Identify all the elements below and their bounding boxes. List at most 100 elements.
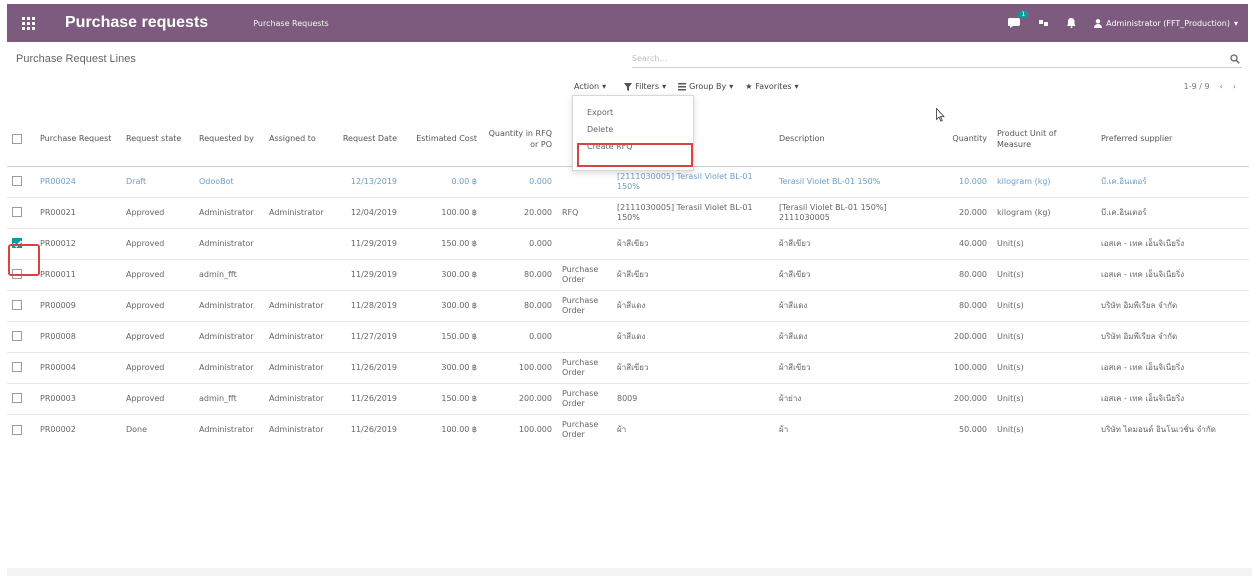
table-row[interactable]: PR00008 Approved Administrator Administrato… <box>7 320 1249 352</box>
favorites-label: Favorites <box>755 82 792 91</box>
cell-requested-by: Administrator <box>194 351 264 383</box>
cell-uom: Unit(s) <box>992 351 1096 383</box>
cell-request-state: Approved <box>121 196 194 228</box>
cell-assigned-to: Administrator <box>264 413 337 445</box>
row-checkbox[interactable] <box>12 176 22 187</box>
col-request-state[interactable]: Request state <box>121 112 194 167</box>
cell-request-state: Approved <box>121 258 194 290</box>
bell-icon[interactable] <box>1067 18 1076 28</box>
cell-purchase-state: Purchase Order <box>557 351 612 383</box>
cell-quantity: 80.000 <box>932 289 992 321</box>
cell-product: 8009 <box>612 382 774 414</box>
row-select-cell <box>7 196 35 228</box>
user-name: Administrator (FFT_Production) <box>1106 18 1230 28</box>
search-icon[interactable] <box>1228 52 1242 66</box>
col-assigned-to[interactable]: Assigned to <box>264 112 337 167</box>
cell-assigned-to: Administrator <box>264 351 337 383</box>
cell-product: ผ้าสีเขียว <box>612 351 774 383</box>
cell-request-state: Approved <box>121 289 194 321</box>
apps-menu-icon[interactable] <box>13 4 43 42</box>
search-bar: Search... <box>632 50 1242 68</box>
chevron-right-icon[interactable]: › <box>1233 82 1236 91</box>
cell-purchase-request: PR00011 <box>35 258 121 290</box>
col-supplier[interactable]: Preferred supplier <box>1096 112 1249 167</box>
row-checkbox[interactable] <box>12 424 22 435</box>
cell-purchase-request: PR00021 <box>35 196 121 228</box>
cell-request-date: 11/26/2019 <box>337 382 402 414</box>
cell-description: ผ้าสีเขียว <box>774 258 932 290</box>
chat-icon[interactable]: 1 <box>1007 11 1029 29</box>
app-title[interactable]: Purchase requests <box>65 14 208 32</box>
row-checkbox[interactable] <box>12 393 22 404</box>
table-row[interactable]: PR00003 Approved admin_fft Administrator 11/… <box>7 382 1249 414</box>
row-select-cell <box>7 289 35 321</box>
filters-label: Filters <box>635 82 660 91</box>
row-select-cell <box>7 351 35 383</box>
cell-requested-by: Administrator <box>194 227 264 259</box>
cell-product: [2111030005] Terasil Violet BL-01 150% <box>612 196 774 228</box>
cell-purchase-state: RFQ <box>557 196 612 228</box>
top-navbar: Purchase requests Purchase Requests 1 Ad… <box>7 4 1248 42</box>
caret-down-icon: ▾ <box>602 82 607 91</box>
cell-purchase-state: Purchase Order <box>557 413 612 445</box>
filter-icon <box>624 82 633 91</box>
table-row[interactable]: PR00002 Done Administrator Administrator 11/… <box>7 413 1249 445</box>
cell-description: ผ้าสีแดง <box>774 289 932 321</box>
col-requested-by[interactable]: Requested by <box>194 112 264 167</box>
menu-item-export[interactable]: Export <box>573 104 693 121</box>
menu-item-delete[interactable]: Delete <box>573 121 693 138</box>
cell-uom: kilogram (kg) <box>992 165 1096 197</box>
footer-strip <box>7 568 1252 576</box>
col-request-date[interactable]: Request Date <box>337 112 402 167</box>
table-row[interactable]: PR00009 Approved Administrator Administrato… <box>7 289 1249 321</box>
row-checkbox[interactable] <box>12 300 22 311</box>
cell-uom: Unit(s) <box>992 227 1096 259</box>
pager-range[interactable]: 1-9 / 9 <box>1184 82 1210 91</box>
row-checkbox[interactable] <box>12 362 22 373</box>
search-input[interactable]: Search... <box>632 54 1228 63</box>
activity-icon[interactable] <box>1039 18 1049 28</box>
pager: 1-9 / 9 ‹ › <box>1184 82 1236 91</box>
col-qty-rfq[interactable]: Quantity in RFQ or PO <box>482 112 557 167</box>
row-select-cell <box>7 165 35 197</box>
cell-purchase-request: PR00024 <box>35 165 121 197</box>
cell-description: ผ้าสีเขียว <box>774 351 932 383</box>
table-row[interactable]: PR00011 Approved admin_fft 11/29/2019 300.00… <box>7 258 1249 290</box>
cell-estimated-cost: 150.00 ฿ <box>402 227 482 259</box>
chevron-left-icon[interactable]: ‹ <box>1220 82 1223 91</box>
menu-purchase-requests[interactable]: Purchase Requests <box>253 19 329 28</box>
select-all-checkbox[interactable] <box>12 133 22 144</box>
table-row[interactable]: PR00012 Approved Administrator 11/29/2019 15… <box>7 227 1249 259</box>
filters-button[interactable]: Filters ▾ <box>624 82 666 91</box>
col-uom[interactable]: Product Unit of Measure <box>992 112 1096 167</box>
chevron-down-icon: ▾ <box>1233 18 1238 28</box>
cell-request-date: 12/13/2019 <box>337 165 402 197</box>
cell-description: Terasil Violet BL-01 150% <box>774 165 932 197</box>
row-checkbox[interactable] <box>12 207 22 218</box>
table-row[interactable]: PR00021 Approved Administrator Administrato… <box>7 196 1249 228</box>
cell-estimated-cost: 300.00 ฿ <box>402 289 482 321</box>
cell-qty-rfq: 100.000 <box>482 413 557 445</box>
col-purchase-request[interactable]: Purchase Request <box>35 112 121 167</box>
row-checkbox[interactable] <box>12 331 22 342</box>
col-estimated-cost[interactable]: Estimated Cost <box>402 112 482 167</box>
cell-uom: Unit(s) <box>992 289 1096 321</box>
group-by-label: Group By <box>689 82 727 91</box>
table-row[interactable]: PR00004 Approved Administrator Administrato… <box>7 351 1249 383</box>
cell-request-state: Draft <box>121 165 194 197</box>
create-rfq-highlight-box <box>577 143 693 167</box>
mouse-cursor-icon <box>936 107 945 125</box>
group-by-button[interactable]: Group By ▾ <box>678 82 733 91</box>
cell-product: ผ้าสีแดง <box>612 320 774 352</box>
cell-assigned-to: Administrator <box>264 289 337 321</box>
cell-request-date: 12/04/2019 <box>337 196 402 228</box>
cell-request-date: 11/26/2019 <box>337 351 402 383</box>
col-description[interactable]: Description <box>774 112 932 167</box>
cell-request-state: Approved <box>121 382 194 414</box>
cell-qty-rfq: 80.000 <box>482 289 557 321</box>
action-button[interactable]: Action ▾ <box>574 82 606 91</box>
caret-down-icon: ▾ <box>662 82 667 91</box>
cell-requested-by: OdooBot <box>194 165 264 197</box>
favorites-button[interactable]: ★ Favorites ▾ <box>745 82 798 91</box>
user-menu[interactable]: Administrator (FFT_Production) ▾ <box>1094 19 1238 28</box>
